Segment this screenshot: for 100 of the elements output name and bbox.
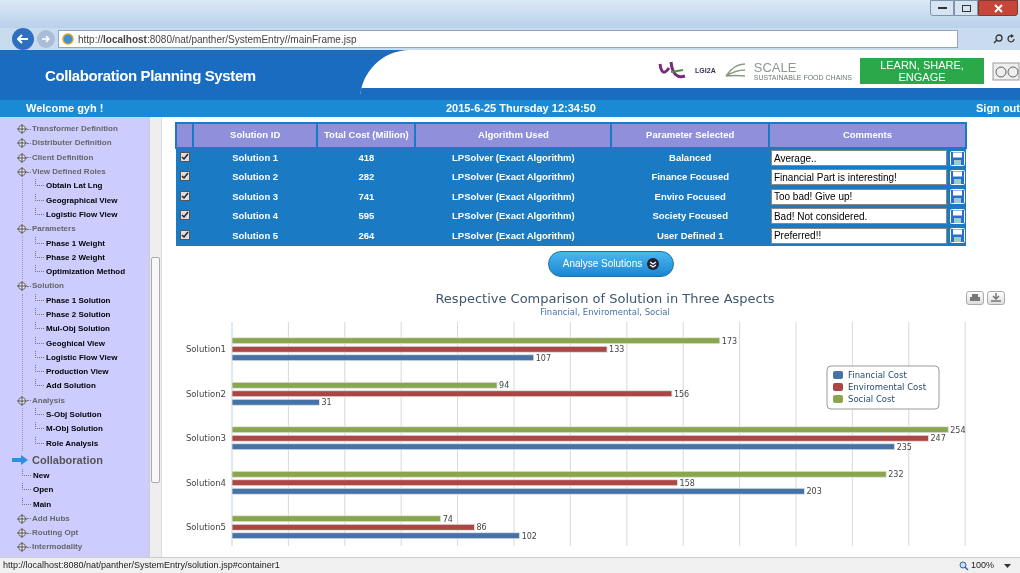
plus-icon[interactable] bbox=[17, 152, 27, 163]
tree-item[interactable]: Geoghical View bbox=[46, 337, 105, 350]
date-time: 2015-6-25 Thursday 12:34:50 bbox=[446, 101, 597, 117]
checkbox[interactable] bbox=[180, 152, 191, 163]
tree-item[interactable]: Optimization Method bbox=[46, 266, 126, 279]
tree-folder[interactable]: Solution bbox=[32, 280, 64, 293]
caret-icon[interactable] bbox=[1004, 563, 1011, 568]
tree-folder[interactable]: Add Hubs bbox=[32, 512, 70, 525]
back-button[interactable] bbox=[12, 28, 34, 50]
plus-icon[interactable] bbox=[17, 138, 27, 149]
chart-title: Respective Comparison of Solution in Three Aspects bbox=[435, 290, 775, 306]
tree-item[interactable]: Phase 1 Weight bbox=[46, 237, 105, 250]
sidebar-heading[interactable]: Collaboration bbox=[32, 451, 103, 469]
legend-label: Financial Cost bbox=[848, 370, 907, 381]
column-header: Solution ID bbox=[192, 123, 318, 148]
tree-folder[interactable]: Routing Opt bbox=[32, 527, 79, 540]
table-cell: Balanced bbox=[611, 148, 769, 168]
tree-folder[interactable]: Parameters bbox=[32, 223, 76, 236]
table-cell: Society Focused bbox=[611, 206, 769, 226]
checkbox[interactable] bbox=[180, 171, 191, 182]
comment-field[interactable]: Bad! Not considered. bbox=[770, 208, 947, 225]
address-bar[interactable]: http://localhost:8080/nat/panther/SystemEntry//mainFrame.jsp bbox=[58, 30, 958, 48]
plus-icon[interactable] bbox=[17, 542, 27, 553]
plus-icon[interactable] bbox=[17, 167, 27, 178]
minimize-button[interactable] bbox=[930, 0, 954, 16]
print-button[interactable] bbox=[966, 290, 984, 305]
comment-field[interactable]: Too bad! Give up! bbox=[770, 188, 947, 205]
tree-item[interactable]: Phase 1 Solution bbox=[46, 294, 111, 307]
welcome-text: Welcome gyh ! bbox=[26, 101, 105, 117]
sign-out-link[interactable]: Sign out bbox=[976, 100, 1020, 117]
back-arrow-icon bbox=[17, 34, 29, 44]
value-label: 74 bbox=[442, 515, 453, 524]
checkbox[interactable] bbox=[180, 229, 191, 240]
table-cell: User Defined 1 bbox=[611, 226, 769, 246]
tree-item[interactable]: Add Solution bbox=[46, 380, 96, 393]
value-label: 94 bbox=[499, 381, 510, 391]
status-url: http://localhost:8080/nat/panther/SystemEntry/solution.jsp#container1 bbox=[3, 558, 281, 572]
search-icon[interactable] bbox=[993, 34, 1003, 44]
value-label: 156 bbox=[673, 390, 690, 399]
download-button[interactable] bbox=[987, 290, 1005, 305]
save-icon[interactable] bbox=[949, 208, 965, 224]
tree-item[interactable]: Logistic Flow View bbox=[46, 208, 118, 221]
refresh-icon[interactable] bbox=[1006, 34, 1016, 44]
save-icon[interactable] bbox=[949, 228, 965, 244]
tree-item[interactable]: Production View bbox=[46, 366, 109, 379]
tree-item[interactable]: M-Obj Solution bbox=[46, 423, 103, 436]
maximize-icon bbox=[961, 4, 971, 12]
tree-folder[interactable]: View Defined Roles bbox=[32, 166, 106, 179]
table-cell: LPSolver (Exact Algorithm) bbox=[415, 206, 612, 226]
tree-item[interactable]: Obtain Lat Lng bbox=[46, 180, 103, 193]
chevron-down-icon bbox=[647, 257, 660, 270]
save-icon[interactable] bbox=[949, 150, 965, 166]
close-button[interactable] bbox=[978, 0, 1018, 16]
tree-item[interactable]: Mul-Obj Solution bbox=[46, 323, 110, 336]
tree-folder[interactable]: Client Definition bbox=[32, 151, 94, 164]
save-icon[interactable] bbox=[949, 189, 965, 205]
url-text: http://localhost:8080/nat/panther/SystemEntry//mainFrame.jsp bbox=[78, 32, 357, 47]
tree-folder[interactable]: Distributer Definition bbox=[32, 137, 112, 150]
table-cell: LPSolver (Exact Algorithm) bbox=[415, 187, 612, 207]
value-label: 232 bbox=[888, 470, 904, 480]
table-cell: Solution 2 bbox=[192, 167, 318, 187]
checkbox[interactable] bbox=[180, 190, 191, 201]
tree-item[interactable]: Logistic Flow View bbox=[46, 351, 118, 364]
save-icon[interactable] bbox=[949, 169, 965, 185]
table-cell: Solution 5 bbox=[192, 226, 318, 246]
page-icon bbox=[62, 33, 74, 45]
tree-folder[interactable]: Transformer Definition bbox=[32, 123, 118, 136]
zoom-icon bbox=[958, 560, 969, 571]
checkbox[interactable] bbox=[180, 210, 191, 221]
plus-icon[interactable] bbox=[17, 124, 27, 135]
plus-icon[interactable] bbox=[17, 528, 27, 539]
tree-item[interactable]: Geographical View bbox=[46, 194, 118, 207]
plus-icon[interactable] bbox=[17, 395, 27, 406]
category-label: Solution3 bbox=[185, 433, 226, 444]
table-cell: 741 bbox=[317, 187, 416, 207]
value-label: 203 bbox=[806, 487, 822, 497]
comment-field[interactable]: Preferred!! bbox=[770, 227, 947, 244]
value-label: 86 bbox=[476, 523, 487, 533]
plus-icon[interactable] bbox=[17, 224, 27, 235]
maximize-button[interactable] bbox=[954, 0, 978, 16]
tree-item[interactable]: Role Analysis bbox=[46, 437, 99, 450]
comment-field[interactable]: Average.. bbox=[770, 150, 947, 167]
plus-icon[interactable] bbox=[17, 513, 27, 524]
leaf-logo-icon bbox=[723, 62, 746, 80]
scrollbar[interactable] bbox=[149, 117, 161, 557]
comment-field[interactable]: Financial Part is interesting! bbox=[770, 169, 947, 186]
tree-item[interactable]: S-Obj Solution bbox=[46, 409, 102, 422]
plus-icon[interactable] bbox=[17, 281, 27, 292]
tree-item[interactable]: Main bbox=[33, 498, 52, 511]
tree-folder[interactable]: Analysis bbox=[32, 394, 65, 407]
tree-item[interactable]: New bbox=[33, 469, 50, 482]
forward-arrow-icon bbox=[41, 35, 51, 43]
table-cell: 595 bbox=[317, 206, 416, 226]
value-label: 31 bbox=[321, 398, 332, 408]
zoom-level[interactable]: 100% bbox=[970, 558, 994, 573]
tree-item[interactable]: Phase 2 Weight bbox=[46, 251, 105, 264]
table-cell: Enviro Focused bbox=[611, 187, 769, 207]
tree-folder[interactable]: Intermodality bbox=[32, 541, 83, 554]
tree-item[interactable]: Phase 2 Solution bbox=[46, 309, 111, 321]
tree-item[interactable]: Open bbox=[33, 484, 54, 497]
